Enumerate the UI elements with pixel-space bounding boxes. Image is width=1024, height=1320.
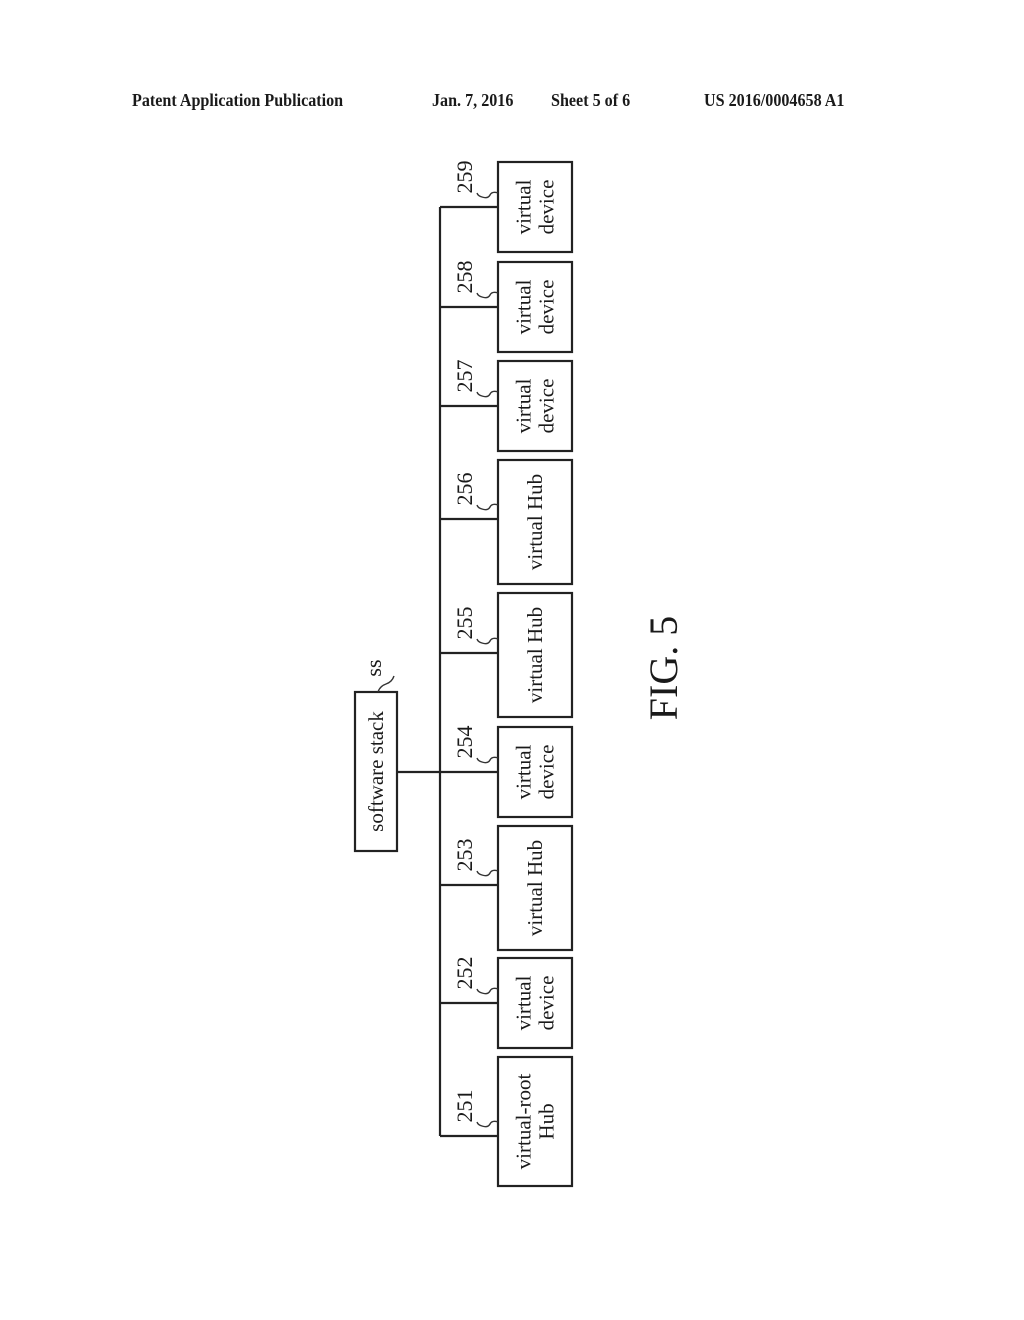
node-label: Hub (535, 1103, 559, 1139)
node-259: virtual device 259 (440, 161, 574, 254)
ref-leader-line (476, 503, 499, 511)
node-ref-number: 253 (452, 839, 477, 872)
node-label: virtual-root (512, 1074, 536, 1170)
node-group: virtual-root Hub251virtual device252virtua… (440, 161, 574, 1188)
node-label: virtual (512, 744, 536, 799)
node-253: virtual Hub 253 (440, 824, 574, 952)
software-stack-label: software stack (364, 711, 388, 832)
software-stack-ref: ss (361, 659, 386, 676)
ss-leader-line (377, 675, 395, 693)
ref-leader-line (476, 869, 499, 877)
node-label: device (535, 379, 559, 434)
node-256: virtual Hub 256 (440, 458, 574, 586)
node-label: virtual Hub (523, 607, 547, 703)
ref-leader-line (476, 291, 499, 299)
node-label: virtual (512, 179, 536, 234)
ref-leader-line (476, 756, 499, 764)
node-label: device (535, 280, 559, 335)
node-ref-number: 252 (452, 957, 477, 990)
ref-leader-line (476, 1120, 499, 1128)
ref-leader-line (476, 390, 499, 398)
node-ref-number: 257 (452, 360, 477, 393)
node-ref-number: 258 (452, 261, 477, 294)
node-ref-number: 256 (452, 473, 477, 506)
node-label: virtual (512, 279, 536, 334)
node-255: virtual Hub 255 (440, 591, 574, 719)
node-label: device (535, 180, 559, 235)
node-label: device (535, 976, 559, 1031)
node-label: virtual Hub (523, 840, 547, 936)
ref-leader-line (476, 191, 499, 199)
node-label: virtual (512, 975, 536, 1030)
node-258: virtual device 258 (440, 261, 574, 354)
node-252: virtual device 252 (440, 957, 574, 1050)
node-ref-number: 259 (452, 161, 477, 194)
node-label: virtual (512, 378, 536, 433)
node-ref-number: 255 (452, 607, 477, 640)
figure-caption: FIG. 5 (641, 616, 686, 720)
ref-leader-line (476, 987, 499, 995)
node-ref-number: 254 (452, 726, 477, 759)
node-label: device (535, 745, 559, 800)
node-label: virtual Hub (523, 474, 547, 570)
figure-diagram: software stack ss virtual-root Hub251virt… (353, 161, 686, 1188)
ref-leader-line (476, 637, 499, 645)
node-257: virtual device 257 (440, 360, 574, 453)
node-251: virtual-root Hub 251 (440, 1055, 574, 1188)
node-ref-number: 251 (452, 1090, 477, 1123)
